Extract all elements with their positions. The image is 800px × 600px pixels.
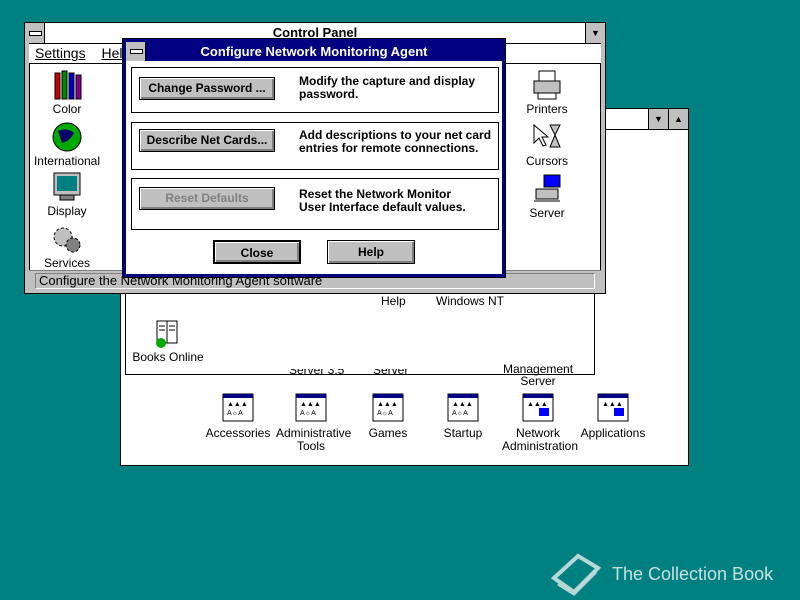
dropdown-arrow-button[interactable]: ▼: [585, 23, 605, 43]
dialog-title: Configure Network Monitoring Agent: [200, 44, 428, 59]
reset-defaults-description: Reset the Network Monitor User Interface…: [299, 187, 466, 214]
partial-label-help: Help: [381, 294, 406, 308]
cp-color-label: Color: [52, 102, 82, 116]
cp-services-label: Services: [43, 256, 90, 270]
cp-printers-label: Printers: [526, 102, 568, 116]
close-button[interactable]: Close: [213, 240, 301, 264]
partial-label-windows-nt: Windows NT: [436, 294, 505, 308]
printer-icon: [530, 69, 564, 101]
group-label: Applications: [580, 426, 646, 440]
cp-international[interactable]: International: [27, 121, 107, 168]
group-label: Administrative Tools: [276, 426, 352, 453]
change-password-group: Change Password ... Modify the capture a…: [131, 67, 499, 113]
svg-text:A☼A: A☼A: [300, 410, 316, 417]
svg-text:A☼A: A☼A: [227, 410, 243, 417]
system-menu-button[interactable]: [25, 23, 45, 43]
svg-text:A☼A: A☼A: [452, 410, 468, 417]
gears-icon: [50, 223, 84, 255]
watermark-text: The Collection Book: [612, 564, 774, 584]
svg-text:▲▲▲: ▲▲▲: [300, 401, 321, 408]
books-online-icon: [151, 317, 185, 349]
cp-server-label: Server: [529, 206, 565, 220]
group-label: Games: [368, 426, 408, 440]
program-group-icon: ▲▲▲: [596, 393, 630, 425]
reset-defaults-group: Reset Defaults Reset the Network Monitor…: [131, 178, 499, 230]
maximize-button[interactable]: ▲: [668, 109, 688, 129]
cp-display-label: Display: [47, 204, 87, 218]
svg-text:A☼A: A☼A: [377, 410, 393, 417]
partial-label-server: Server: [373, 369, 409, 377]
program-group-icon: ▲▲▲: [521, 393, 555, 425]
group-games[interactable]: ▲▲▲ A☼A Games: [348, 393, 428, 440]
describe-net-cards-description: Add descriptions to your net card entrie…: [299, 128, 492, 155]
group-applications[interactable]: ▲▲▲ Applications: [573, 393, 653, 440]
watermark: The Collection Book: [548, 550, 788, 596]
dialog-system-menu-button[interactable]: [126, 42, 146, 61]
describe-net-cards-button[interactable]: Describe Net Cards...: [139, 129, 275, 152]
cp-services[interactable]: Services: [27, 223, 107, 270]
svg-text:▲▲▲: ▲▲▲: [227, 401, 248, 408]
crayons-icon: [50, 69, 84, 101]
cp-color[interactable]: Color: [27, 69, 107, 116]
menu-settings[interactable]: Settings: [29, 44, 92, 62]
reset-defaults-button: Reset Defaults: [139, 187, 275, 210]
svg-text:▲▲▲: ▲▲▲: [527, 401, 548, 408]
books-online-label: Books Online: [132, 350, 204, 364]
cp-server[interactable]: Server: [507, 173, 587, 220]
group-accessories[interactable]: ▲▲▲ A☼A Accessories: [198, 393, 278, 440]
program-group-icon: ▲▲▲ A☼A: [294, 393, 328, 425]
server-icon: [530, 173, 564, 205]
partial-label-management-server: Management Server: [503, 363, 573, 387]
program-group-icon: ▲▲▲ A☼A: [371, 393, 405, 425]
describe-net-cards-group: Describe Net Cards... Add descriptions t…: [131, 122, 499, 170]
group-label: Startup: [443, 426, 483, 440]
cp-cursors[interactable]: Cursors: [507, 121, 587, 168]
program-group-icon: ▲▲▲ A☼A: [221, 393, 255, 425]
group-administrative-tools[interactable]: ▲▲▲ A☼A Administrative Tools: [271, 393, 351, 453]
group-label: Network Administration: [502, 426, 579, 453]
cp-international-label: International: [33, 154, 101, 168]
svg-text:▲▲▲: ▲▲▲: [452, 401, 473, 408]
svg-text:▲▲▲: ▲▲▲: [377, 401, 398, 408]
partial-label-server35: Server 3.5: [289, 369, 345, 377]
change-password-description: Modify the capture and display password.: [299, 74, 476, 101]
change-password-button[interactable]: Change Password ...: [139, 77, 275, 100]
cp-display[interactable]: Display: [27, 171, 107, 218]
cursor-hourglass-icon: [530, 121, 564, 153]
minimize-button[interactable]: ▼: [648, 109, 668, 129]
books-online-item[interactable]: Books Online: [128, 317, 208, 364]
group-startup[interactable]: ▲▲▲ A☼A Startup: [423, 393, 503, 440]
book-icon: [550, 553, 602, 596]
svg-text:▲▲▲: ▲▲▲: [602, 401, 623, 408]
group-label: Accessories: [205, 426, 271, 440]
configure-agent-dialog: Configure Network Monitoring Agent Chang…: [122, 38, 506, 278]
program-group-icon: ▲▲▲ A☼A: [446, 393, 480, 425]
globe-icon: [50, 121, 84, 153]
monitor-icon: [50, 171, 84, 203]
help-button[interactable]: Help: [327, 240, 415, 264]
cp-cursors-label: Cursors: [525, 154, 568, 168]
group-network-administration[interactable]: ▲▲▲ Network Administration: [498, 393, 578, 453]
cp-printers[interactable]: Printers: [507, 69, 587, 116]
dialog-titlebar[interactable]: Configure Network Monitoring Agent: [126, 42, 502, 61]
